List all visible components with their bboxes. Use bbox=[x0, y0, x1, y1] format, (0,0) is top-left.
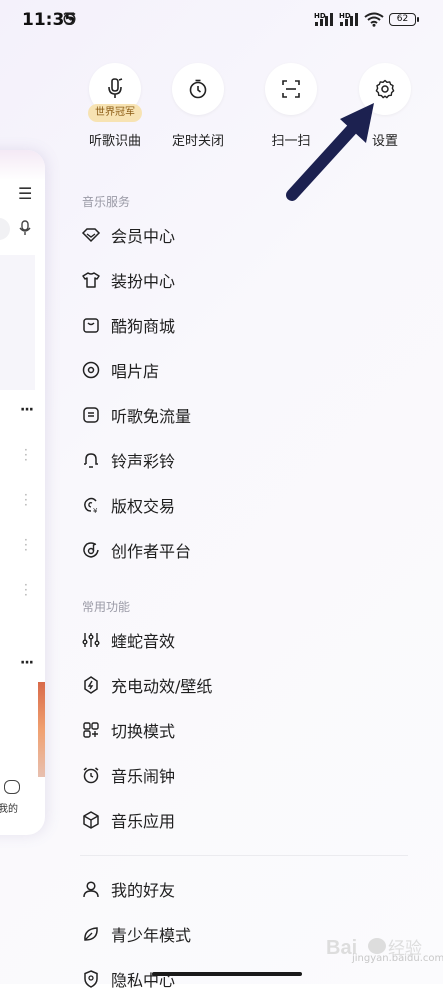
search-bar-fragment[interactable] bbox=[0, 218, 10, 240]
mic-icon[interactable] bbox=[18, 220, 32, 236]
menu-item-label: 蝰蛇音效 bbox=[111, 632, 176, 651]
quick-action-song-recognition[interactable]: 世界冠军 听歌识曲 bbox=[75, 63, 155, 149]
section-divider bbox=[80, 855, 408, 856]
creator-icon bbox=[80, 539, 102, 561]
mine-tab-label[interactable]: 我的 bbox=[0, 800, 18, 815]
vinyl-disc-icon bbox=[80, 359, 102, 381]
privacy-icon bbox=[80, 968, 102, 990]
menu-item-kugou-mall[interactable]: 酷狗商城 bbox=[80, 308, 410, 342]
menu-item-viper-sound[interactable]: 蝰蛇音效 bbox=[80, 623, 410, 657]
menu-item-creator-platform[interactable]: 创作者平台 bbox=[80, 533, 410, 567]
menu-item-label: 隐私中心 bbox=[111, 971, 176, 990]
menu-item-label: 唱片店 bbox=[111, 362, 160, 381]
menu-item-label: 创作者平台 bbox=[111, 542, 192, 561]
menu-item-label: 酷狗商城 bbox=[111, 317, 176, 336]
menu-item-ringtones[interactable]: 铃声彩铃 bbox=[80, 443, 410, 477]
item-more-icon[interactable]: · · · bbox=[24, 444, 28, 466]
menu-item-vip-center[interactable]: 会员中心 bbox=[80, 218, 410, 252]
menu-item-switch-mode[interactable]: 切换模式 bbox=[80, 713, 410, 747]
baidu-watermark-logo: Bai 经验 bbox=[326, 937, 422, 959]
menu-item-dressup-center[interactable]: 装扮中心 bbox=[80, 263, 410, 297]
signal-icon bbox=[315, 13, 333, 26]
home-indicator[interactable] bbox=[152, 972, 302, 976]
mic-music-icon bbox=[108, 78, 123, 98]
menu-item-music-apps[interactable]: 音乐应用 bbox=[80, 803, 410, 837]
menu-item-label: 听歌免流量 bbox=[111, 407, 192, 426]
signal-icon bbox=[340, 13, 358, 26]
menu-item-my-friends[interactable]: 我的好友 bbox=[80, 872, 410, 906]
alarm-clock-icon bbox=[80, 764, 102, 786]
battery-indicator: 62 bbox=[389, 13, 419, 26]
person-icon bbox=[80, 878, 102, 900]
quick-action-label: 定时关闭 bbox=[171, 134, 224, 149]
menu-item-label: 音乐闹钟 bbox=[111, 767, 176, 786]
mine-tab-icon[interactable] bbox=[4, 780, 20, 794]
item-more-icon[interactable]: · · · bbox=[24, 579, 28, 601]
equalizer-icon bbox=[80, 629, 102, 651]
quick-action-circle[interactable] bbox=[172, 63, 224, 115]
timer-icon bbox=[189, 79, 207, 99]
data-free-icon bbox=[80, 404, 102, 426]
menu-item-copyright-trade[interactable]: ¥ 版权交易 bbox=[80, 488, 410, 522]
card-header-bg bbox=[0, 150, 45, 180]
item-more-icon[interactable]: · · · bbox=[24, 489, 28, 511]
tshirt-icon bbox=[80, 269, 102, 291]
annotation-arrow-icon bbox=[286, 103, 374, 201]
section-header-common-functions: 常用功能 bbox=[82, 600, 131, 614]
status-bar: 11:35 HD HD 62 bbox=[0, 0, 443, 42]
menu-item-label: 我的好友 bbox=[111, 881, 176, 900]
menu-item-music-alarm[interactable]: 音乐闹钟 bbox=[80, 758, 410, 792]
section-header-music-services: 音乐服务 bbox=[82, 195, 131, 209]
menu-item-label: 青少年模式 bbox=[111, 926, 192, 945]
menu-item-record-store[interactable]: 唱片店 bbox=[80, 353, 410, 387]
wifi-icon bbox=[364, 12, 384, 27]
diamond-icon bbox=[80, 224, 102, 246]
champion-badge: 世界冠军 bbox=[88, 104, 142, 122]
more-icon[interactable]: ··· bbox=[20, 655, 34, 671]
watermark-url: jingyan.baidu.com bbox=[352, 953, 443, 964]
menu-item-label: 音乐应用 bbox=[111, 812, 176, 831]
cover-image-fragment bbox=[38, 682, 45, 777]
bell-icon bbox=[80, 449, 102, 471]
menu-item-label: 充电动效/壁纸 bbox=[111, 677, 213, 696]
leaf-icon bbox=[80, 923, 102, 945]
hamburger-menu-icon[interactable]: ☰ bbox=[18, 184, 32, 203]
alarm-status-icon bbox=[63, 12, 76, 25]
more-icon[interactable]: ··· bbox=[20, 402, 34, 418]
quick-action-timer-off[interactable]: 定时关闭 bbox=[158, 63, 238, 149]
copyright-icon: ¥ bbox=[80, 494, 102, 516]
cube-icon bbox=[80, 809, 102, 831]
svg-text:¥: ¥ bbox=[93, 507, 98, 515]
charging-icon bbox=[80, 674, 102, 696]
content-panel-fragment bbox=[0, 255, 35, 390]
menu-item-charging-wallpaper[interactable]: 充电动效/壁纸 bbox=[80, 668, 410, 702]
menu-item-label: 装扮中心 bbox=[111, 272, 176, 291]
menu-item-label: 切换模式 bbox=[111, 722, 176, 741]
item-more-icon[interactable]: · · · bbox=[24, 534, 28, 556]
menu-item-data-free[interactable]: 听歌免流量 bbox=[80, 398, 410, 432]
menu-item-label: 铃声彩铃 bbox=[111, 452, 176, 471]
shopping-bag-icon bbox=[80, 314, 102, 336]
quick-action-label: 听歌识曲 bbox=[88, 134, 141, 149]
menu-item-label: 版权交易 bbox=[111, 497, 176, 516]
switch-mode-icon bbox=[80, 719, 102, 741]
menu-item-label: 会员中心 bbox=[111, 227, 176, 246]
underlying-page-card[interactable]: ☰ ··· · · · · · · · · · · · · ··· 我的 bbox=[0, 150, 45, 835]
